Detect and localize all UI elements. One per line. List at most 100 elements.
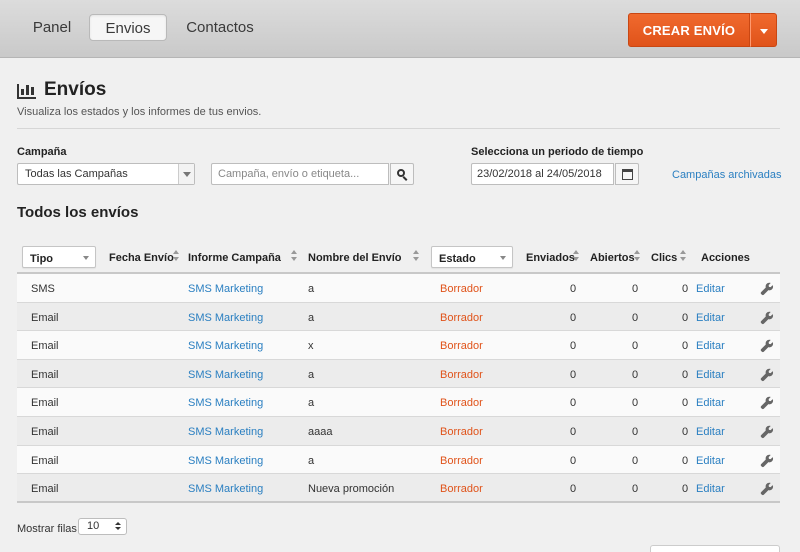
cell-tipo: Email (31, 397, 59, 410)
archived-campaigns-link[interactable]: Campañas archivadas (672, 169, 781, 181)
cell-abiertos: 0 (632, 311, 639, 324)
chevron-down-icon (178, 164, 194, 184)
create-send-dropdown-button[interactable] (750, 13, 777, 47)
cell-abiertos: 0 (632, 397, 639, 410)
wrench-icon[interactable] (760, 282, 774, 296)
wrench-icon[interactable] (760, 396, 774, 410)
cell-nombre: x (308, 340, 314, 353)
table-row: Email SMS Marketing a Borrador 0 0 0 Edi… (17, 388, 780, 417)
search-button[interactable] (390, 163, 414, 185)
date-range-input[interactable]: 23/02/2018 al 24/05/2018 (471, 163, 614, 185)
edit-link[interactable]: Editar (696, 455, 725, 467)
cell-clics: 0 (682, 454, 689, 467)
wrench-icon[interactable] (760, 311, 774, 325)
section-title: Todos los envíos (17, 204, 139, 221)
table-header: Tipo Fecha Envío Informe Campaña Nombre … (17, 243, 780, 274)
cell-abiertos: 0 (632, 425, 639, 438)
rows-per-page-select[interactable]: 10 (78, 518, 127, 535)
edit-link[interactable]: Editar (696, 426, 725, 438)
campaign-select-value: Todas las Campañas (25, 168, 128, 180)
table-row: Email SMS Marketing x Borrador 0 0 0 Edi… (17, 331, 780, 360)
table-row: Email SMS Marketing Nueva promoción Borr… (17, 474, 780, 503)
campaign-select[interactable]: Todas las Campañas (17, 163, 195, 185)
tab-contactos[interactable]: Contactos (176, 14, 264, 41)
edit-link[interactable]: Editar (696, 483, 725, 495)
wrench-icon[interactable] (760, 339, 774, 353)
campaign-label: Campaña (17, 146, 67, 158)
cell-nombre: Nueva promoción (308, 483, 395, 496)
wrench-icon[interactable] (760, 425, 774, 439)
stepper-icon (115, 522, 121, 532)
cell-enviados: 0 (570, 283, 577, 295)
wrench-icon[interactable] (760, 482, 774, 496)
sort-icon[interactable] (573, 250, 580, 262)
page-subtitle: Visualiza los estados y los informes de … (17, 106, 262, 118)
table-row: Email SMS Marketing a Borrador 0 0 0 Edi… (17, 445, 780, 475)
column-acciones: Acciones (701, 252, 750, 264)
rows-per-page-label: Mostrar filas (17, 523, 77, 535)
status-badge: Borrador (440, 454, 483, 467)
column-abiertos[interactable]: Abiertos (590, 252, 635, 264)
cell-nombre: a (308, 368, 315, 381)
cell-abiertos: 0 (632, 283, 639, 295)
estado-filter-select[interactable]: Estado (431, 246, 513, 268)
report-link[interactable]: SMS Marketing (188, 312, 263, 324)
status-badge: Borrador (440, 283, 483, 295)
edit-link[interactable]: Editar (696, 283, 725, 295)
sort-icon[interactable] (173, 250, 180, 262)
report-link[interactable]: SMS Marketing (188, 455, 263, 467)
sort-icon[interactable] (291, 250, 298, 262)
status-badge: Borrador (440, 397, 483, 410)
calendar-button[interactable] (615, 163, 639, 185)
cell-abiertos: 0 (632, 368, 639, 381)
table-body: SMS SMS Marketing a Borrador 0 0 0 Edita… (17, 274, 780, 503)
column-nombre[interactable]: Nombre del Envío (308, 252, 402, 264)
column-enviados[interactable]: Enviados (526, 252, 575, 264)
wrench-icon[interactable] (760, 454, 774, 468)
report-link[interactable]: SMS Marketing (188, 369, 263, 381)
column-informe[interactable]: Informe Campaña (188, 252, 281, 264)
cell-clics: 0 (682, 397, 689, 410)
report-link[interactable]: SMS Marketing (188, 340, 263, 352)
tab-panel[interactable]: Panel (20, 14, 84, 41)
column-fecha[interactable]: Fecha Envío (109, 252, 174, 264)
cell-enviados: 0 (570, 425, 577, 438)
chevron-down-icon (500, 256, 506, 260)
cell-clics: 0 (682, 283, 689, 295)
status-badge: Borrador (440, 425, 483, 438)
cell-enviados: 0 (570, 397, 577, 410)
create-send-button[interactable]: CREAR ENVÍO (628, 13, 750, 47)
cell-tipo: SMS (31, 283, 55, 295)
cell-clics: 0 (682, 368, 689, 381)
report-link[interactable]: SMS Marketing (188, 397, 263, 409)
tab-envios[interactable]: Envios (89, 14, 167, 41)
pagination-control[interactable] (650, 545, 780, 552)
edit-link[interactable]: Editar (696, 340, 725, 352)
cell-nombre: a (308, 454, 315, 467)
report-link[interactable]: SMS Marketing (188, 483, 263, 495)
cell-enviados: 0 (570, 454, 577, 467)
sort-icon[interactable] (680, 250, 687, 262)
chevron-down-icon (83, 256, 89, 260)
column-estado: Estado (439, 253, 476, 265)
sort-icon[interactable] (413, 250, 420, 262)
edit-link[interactable]: Editar (696, 369, 725, 381)
edit-link[interactable]: Editar (696, 397, 725, 409)
edit-link[interactable]: Editar (696, 312, 725, 324)
cell-tipo: Email (31, 311, 59, 324)
column-clics[interactable]: Clics (651, 252, 677, 264)
report-link[interactable]: SMS Marketing (188, 283, 263, 295)
rows-per-page-value: 10 (87, 520, 100, 532)
top-nav-bar: Panel Envios Contactos CREAR ENVÍO (0, 0, 800, 58)
period-label: Selecciona un periodo de tiempo (471, 146, 644, 158)
wrench-icon[interactable] (760, 368, 774, 382)
search-input[interactable] (211, 163, 389, 185)
report-link[interactable]: SMS Marketing (188, 426, 263, 438)
cell-abiertos: 0 (632, 340, 639, 353)
sort-icon[interactable] (634, 250, 641, 262)
cell-tipo: Email (31, 340, 59, 353)
tipo-filter-select[interactable]: Tipo (22, 246, 96, 268)
cell-nombre: a (308, 283, 315, 295)
cell-enviados: 0 (570, 340, 577, 353)
column-tipo: Tipo (30, 253, 54, 265)
